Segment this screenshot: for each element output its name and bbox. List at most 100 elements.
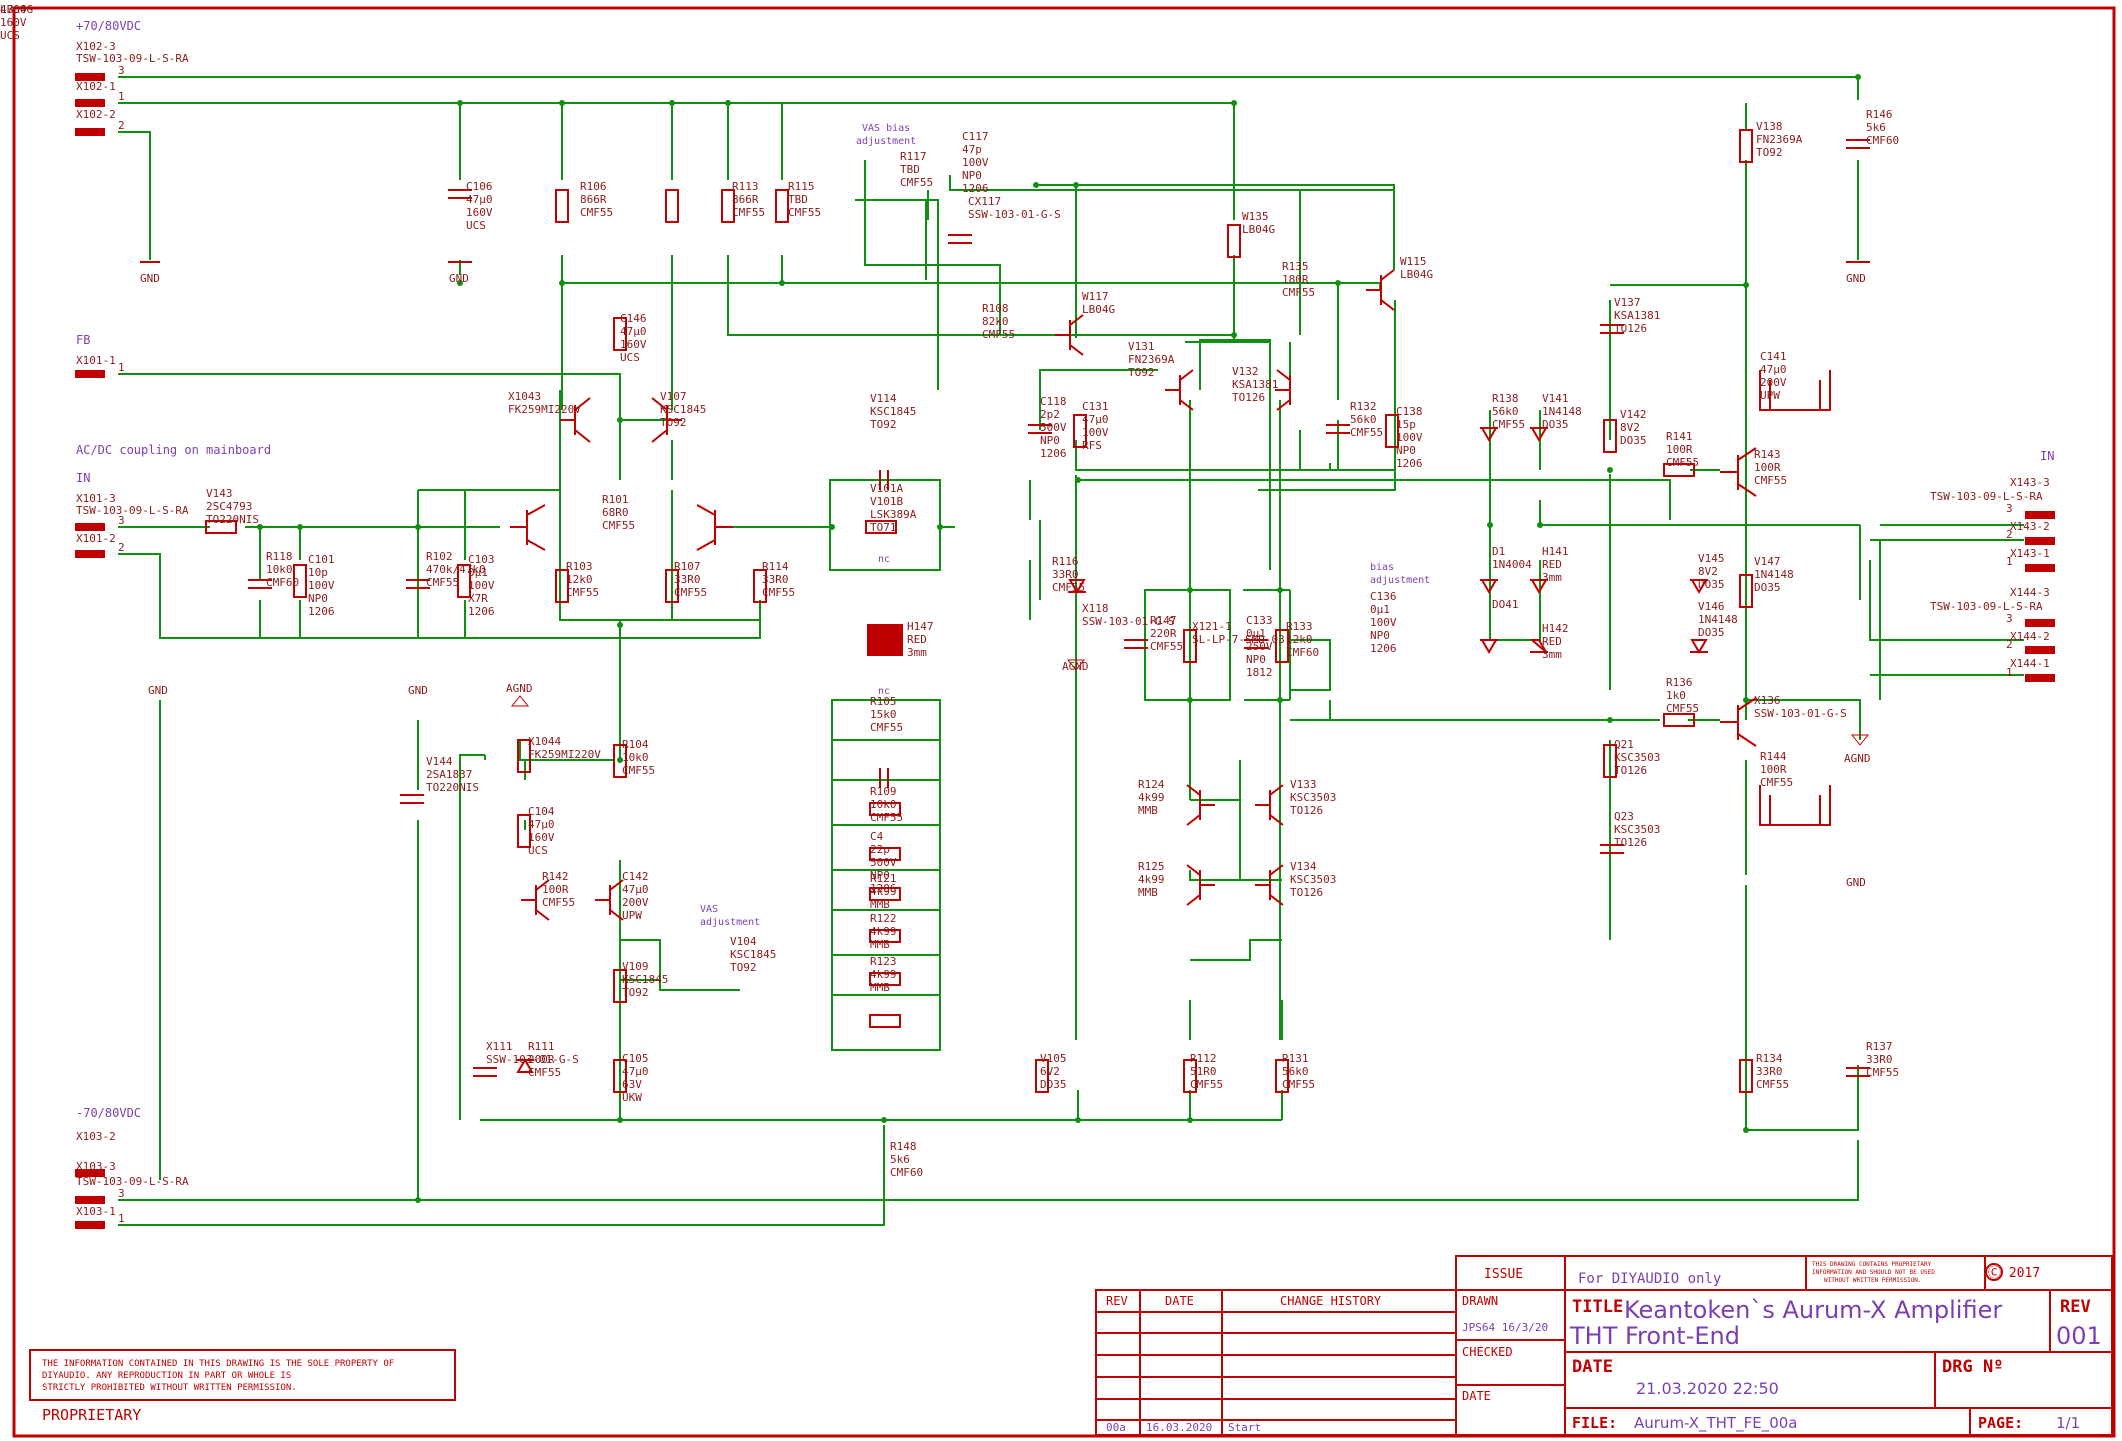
net-in-left: IN <box>76 471 90 485</box>
notice-line-1: THE INFORMATION CONTAINED IN THIS DRAWIN… <box>42 1359 394 1369</box>
schematic-sheet: +70/80VDC FB AC/DC coupling on mainboard… <box>0 0 2116 1438</box>
gnd-label: GND <box>408 684 428 697</box>
component-label-r121: R121 4k99 MMB <box>870 872 897 911</box>
net-vminus: -70/80VDC <box>76 1106 141 1120</box>
agnd-label: AGND <box>1062 660 1089 673</box>
x102-labels: X102-3 TSW-103-09-L-S-RA X102-1 X102-2 3… <box>76 40 189 132</box>
pin-3: 3 <box>118 1187 125 1200</box>
x144-1: X144-1 <box>2010 657 2050 670</box>
component-label-r104: R104 10k0 CMF55 <box>622 738 655 777</box>
component-label-x1043: X1043 FK259MI220V <box>508 390 581 416</box>
copyright: Ⓒ 2017 <box>1988 1266 2040 1281</box>
net-fb: FB <box>76 333 90 347</box>
notice-line-3: STRICTLY PROHIBITED WITHOUT WRITTEN PERM… <box>42 1383 297 1393</box>
component-label-r107: R107 33R0 CMF55 <box>674 560 707 599</box>
component-label-w117: W117 LB04G <box>1082 290 1115 316</box>
checked-label: CHECKED <box>1462 1345 1513 1359</box>
rev-value: 001 <box>2056 1322 2102 1350</box>
date-label: DATE <box>1462 1389 1491 1403</box>
component-label-v145: V145 8V2 DO35 <box>1698 552 1725 591</box>
x101-1: X101-1 <box>76 354 116 367</box>
component-label-v101a: V101A V101B LSK389A TO71 <box>870 482 917 534</box>
x143-2: X143-2 <box>2010 520 2050 533</box>
component-label-v107: V107 KSC1845 TO92 <box>660 390 706 429</box>
title-line-2: THT Front-End <box>1569 1322 1740 1350</box>
component-label-r131: R131 56k0 CMF55 <box>1282 1052 1315 1091</box>
component-label-r141: R141 100R CMF55 <box>1666 430 1699 469</box>
component-label-c146: C146 47µ0 160V UCS <box>620 312 647 364</box>
agnd-label: AGND <box>1844 752 1871 765</box>
pin-2: 2 <box>2006 638 2013 651</box>
component-label-r124: R124 4k99 MMB <box>1138 778 1165 817</box>
component-label-c138: C138 15p 100V NP0 1206 <box>1396 405 1423 470</box>
component-label-r147: R147 220R CMF55 <box>1150 614 1183 653</box>
component-label-r113: R113 866R CMF55 <box>732 180 765 219</box>
component-label-r114: R114 33R0 CMF55 <box>762 560 795 599</box>
component-label-r146: R146 5k6 CMF60 <box>1866 108 1899 147</box>
component-label-r122: R122 4k99 MMB <box>870 912 897 951</box>
component-label-r115: R115 TBD CMF55 <box>788 180 821 219</box>
net-vas-bias-1: VAS bias <box>862 123 910 134</box>
file-label: FILE: <box>1572 1414 1617 1432</box>
drawn-by: JPS64 16/3/20 <box>1462 1321 1548 1334</box>
agnd-label: AGND <box>506 682 533 695</box>
component-label-r117: R117 TBD CMF55 <box>900 150 933 189</box>
component-label-v104: V104 KSC1845 TO92 <box>730 935 776 974</box>
component-label-v133: V133 KSC3503 TO126 <box>1290 778 1336 817</box>
rev-row-date: 16.03.2020 <box>1146 1421 1212 1434</box>
component-label-r125: R125 4k99 MMB <box>1138 860 1165 899</box>
component-label-h147: H147 RED 3mm <box>907 620 934 659</box>
component-label-w112: W112LB04G <box>0 0 33 16</box>
component-label-r144: R144 100R CMF55 <box>1760 750 1793 789</box>
component-label-r112: R112 51R0 CMF55 <box>1190 1052 1223 1091</box>
pin-1: 1 <box>2006 555 2013 568</box>
component-label-v138: V138 FN2369A TO92 <box>1756 120 1803 159</box>
th-change-history: CHANGE HISTORY <box>1280 1294 1382 1308</box>
x103-1: X103-1 <box>76 1205 116 1218</box>
component-label-c141: C141 47µ0 200V UPW <box>1760 350 1787 402</box>
net-vplus: +70/80VDC <box>76 19 141 33</box>
pin-3: 3 <box>2006 502 2013 515</box>
x144-part: TSW-103-09-L-S-RA <box>1930 600 2043 613</box>
gnd-label: GND <box>148 684 168 697</box>
component-label-c117: C117 47p 100V NP0 1206 <box>962 130 989 195</box>
file-value: Aurum-X_THT_FE_00a <box>1634 1414 1797 1433</box>
component-label-v147: V147 1N4148 DO35 <box>1754 555 1794 594</box>
component-label-cx117: CX117 SSW-103-01-G-S <box>968 195 1061 221</box>
net-vas-adj-2: adjustment <box>700 917 760 928</box>
gnd-label: GND <box>449 272 469 285</box>
component-label-r132: R132 56k0 CMF55 <box>1350 400 1383 439</box>
pin-1: 1 <box>2006 666 2013 679</box>
component-label-c103: C103 0µ1 100V X7R 1206 <box>468 553 495 618</box>
for-diyaudio: For DIYAUDIO only <box>1578 1271 1721 1287</box>
net-bias-2: adjustment <box>1370 575 1430 586</box>
component-label-c104: C104 47µ0 160V UCS <box>528 805 555 857</box>
component-label-h142: H142 RED 3mm <box>1542 622 1569 661</box>
component-label-r106: R106 866R CMF55 <box>580 180 613 219</box>
title-label: TITLE <box>1572 1297 1623 1317</box>
proprietary-label: PROPRIETARY <box>42 1406 141 1424</box>
x103-3: X103-3 <box>76 1160 116 1173</box>
x102-part: TSW-103-09-L-S-RA <box>76 52 189 65</box>
pin-3: 3 <box>118 514 125 527</box>
component-label-r143: R143 100R CMF55 <box>1754 448 1787 487</box>
x101-2: X101-2 <box>76 532 116 545</box>
gnd-label: GND <box>1846 272 1866 285</box>
date-big-label: DATE <box>1572 1357 1613 1377</box>
pin-2: 2 <box>2006 528 2013 541</box>
date-value: 21.03.2020 22:50 <box>1636 1379 1779 1398</box>
component-label-r137: R137 33R0 CMF55 <box>1866 1040 1899 1079</box>
th-date: DATE <box>1165 1294 1194 1308</box>
component-label-c136: C136 0µ1 100V NP0 1206 <box>1370 590 1397 655</box>
component-label-v105: V105 6V2 DO35 <box>1040 1052 1067 1091</box>
component-label-r138: R138 56k0 CMF55 <box>1492 392 1525 431</box>
issue-label: ISSUE <box>1484 1267 1523 1282</box>
component-label-r142: R142 100R CMF55 <box>542 870 575 909</box>
component-label-r135: R135 180R CMF55 <box>1282 260 1315 299</box>
pin-2: 2 <box>118 541 125 554</box>
component-label-r108: R108 82k0 CMF55 <box>982 302 1015 341</box>
pin-1: 1 <box>118 90 125 103</box>
wire-network <box>118 76 2024 1226</box>
component-label-r134: R134 33R0 CMF55 <box>1756 1052 1789 1091</box>
component-label-v114: V114 KSC1845 TO92 <box>870 392 916 431</box>
